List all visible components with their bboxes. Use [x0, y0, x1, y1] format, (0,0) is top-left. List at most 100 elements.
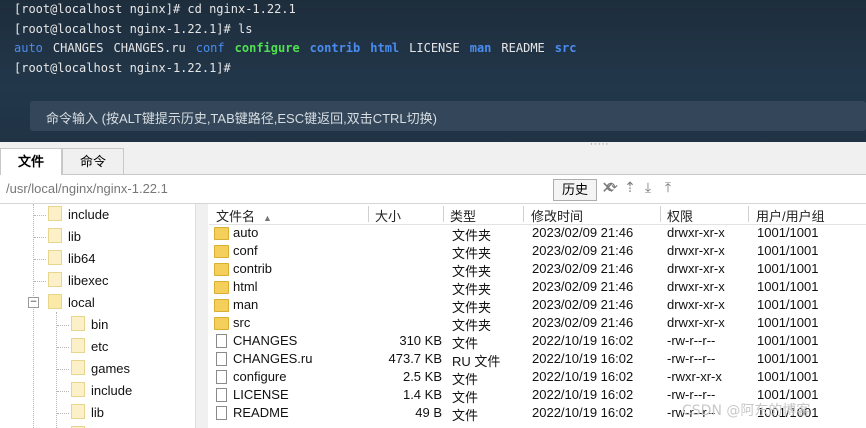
folder-icon — [48, 250, 62, 265]
file-mtime: 2022/10/19 16:02 — [532, 369, 634, 384]
file-owner: 1001/1001 — [757, 261, 819, 276]
folder-icon — [214, 281, 229, 294]
file-name: CHANGES.ru — [233, 351, 313, 366]
tree-item[interactable]: lib64 — [71, 424, 118, 428]
file-owner: 1001/1001 — [757, 369, 819, 384]
table-row[interactable]: CHANGES.ru 473.7 KB RU 文件 2022/10/19 16:02-… — [209, 350, 866, 369]
folder-icon — [71, 360, 85, 375]
table-row[interactable]: auto 文件夹 2023/02/09 21:46 drwxr-xr-x 1001/10… — [209, 224, 866, 243]
file-size: 1.4 KB — [402, 387, 442, 402]
sort-asc-icon: ▲ — [263, 213, 272, 223]
folder-icon — [71, 316, 85, 331]
folder-icon — [71, 404, 85, 419]
folder-icon — [71, 338, 85, 353]
ls-entry: CHANGES — [52, 41, 104, 55]
upload-icon[interactable]: ⤒ — [660, 179, 676, 197]
column-header-owner[interactable]: 用户/用户组 — [756, 206, 825, 225]
folder-icon — [48, 228, 62, 243]
folder-icon — [214, 299, 229, 312]
column-header-size[interactable]: 大小 — [375, 206, 401, 225]
up-icon[interactable]: ⇡ — [622, 179, 638, 197]
command-input[interactable]: 命令输入 (按ALT键提示历史,TAB键路径,ESC键返回,双击CTRL切换) — [30, 101, 866, 131]
file-mtime: 2022/10/19 16:02 — [532, 405, 634, 420]
tree-item[interactable]: lib64 — [48, 248, 95, 270]
table-row[interactable]: contrib 文件夹 2023/02/09 21:46 drwxr-xr-x 1001… — [209, 260, 866, 279]
terminal-ls-output: auto CHANGES CHANGES.ru conf configure contri… — [14, 39, 586, 59]
path-input[interactable]: /usr/local/nginx/nginx-1.22.1 — [6, 181, 168, 196]
file-name: man — [233, 297, 259, 312]
tree-item[interactable]: lib — [71, 402, 104, 424]
tree-item[interactable]: include — [71, 380, 132, 402]
refresh-icon[interactable]: ⟳ — [604, 179, 620, 197]
ls-entry: auto — [14, 41, 43, 55]
file-owner: 1001/1001 — [757, 351, 819, 366]
file-name: auto — [233, 225, 259, 240]
file-perm: drwxr-xr-x — [667, 243, 725, 258]
table-row[interactable]: CHANGES 310 KB 文件 2022/10/19 16:02 -rw-r--r-… — [209, 332, 866, 351]
file-mtime: 2022/10/19 16:02 — [532, 387, 634, 402]
file-mtime: 2023/02/09 21:46 — [532, 279, 634, 294]
file-owner: 1001/1001 — [757, 243, 819, 258]
file-name: configure — [233, 369, 287, 384]
file-mtime: 2023/02/09 21:46 — [532, 261, 634, 276]
tree-item[interactable]: libexec — [48, 270, 108, 292]
file-icon — [216, 352, 227, 366]
file-perm: -rw-r--r-- — [667, 351, 716, 366]
table-row[interactable]: conf 文件夹 2023/02/09 21:46 drwxr-xr-x 1001/10… — [209, 242, 866, 261]
collapse-icon[interactable]: − — [28, 297, 39, 308]
file-mtime: 2023/02/09 21:46 — [532, 243, 634, 258]
table-row[interactable]: src 文件夹 2023/02/09 21:46 drwxr-xr-x 1001/100… — [209, 314, 866, 333]
tree-scrollbar[interactable] — [195, 204, 208, 428]
tree-item[interactable]: include — [48, 204, 109, 226]
ls-entry: html — [370, 41, 400, 55]
file-size: 49 B — [415, 405, 442, 420]
file-name: CHANGES — [233, 333, 298, 348]
file-owner: 1001/1001 — [757, 225, 819, 240]
column-header-perm[interactable]: 权限 — [667, 206, 693, 225]
terminal-panel[interactable]: [root@localhost nginx]# cd nginx-1.22.1 … — [0, 0, 866, 142]
file-perm: drwxr-xr-x — [667, 297, 725, 312]
column-header-mtime[interactable]: 修改时间 — [531, 206, 583, 225]
column-header-name[interactable]: 文件名 ▲ — [216, 206, 272, 225]
folder-icon — [48, 206, 62, 221]
table-row[interactable]: man 文件夹 2023/02/09 21:46 drwxr-xr-x 1001/100… — [209, 296, 866, 315]
file-mtime: 2023/02/09 21:46 — [532, 297, 634, 312]
file-size: 2.5 KB — [402, 369, 442, 384]
terminal-line: [root@localhost nginx-1.22.1]# — [14, 60, 231, 75]
table-row[interactable]: configure 2.5 KB 文件 2022/10/19 16:02 -rwxr-x… — [209, 368, 866, 387]
file-perm: drwxr-xr-x — [667, 225, 725, 240]
ls-entry: src — [554, 41, 577, 55]
history-button[interactable]: 历史 — [553, 179, 597, 201]
tree-item[interactable]: games — [71, 358, 130, 380]
file-name: contrib — [233, 261, 273, 276]
file-owner: 1001/1001 — [757, 279, 819, 294]
file-name: README — [233, 405, 289, 420]
file-icon — [216, 334, 227, 348]
file-mtime: 2022/10/19 16:02 — [532, 333, 634, 348]
column-header-type[interactable]: 类型 — [450, 206, 476, 225]
file-owner: 1001/1001 — [757, 333, 819, 348]
ls-entry: configure — [234, 41, 300, 55]
folder-icon — [214, 317, 229, 330]
tree-item[interactable]: etc — [71, 336, 108, 358]
tab-files[interactable]: 文件 — [0, 148, 62, 175]
file-owner: 1001/1001 — [757, 297, 819, 312]
folder-icon — [214, 263, 229, 276]
file-icon — [216, 388, 227, 402]
tab-commands[interactable]: 命令 — [62, 148, 124, 174]
terminal-line: [root@localhost nginx]# cd nginx-1.22.1 — [14, 2, 296, 16]
ls-entry: conf — [195, 41, 225, 55]
file-owner: 1001/1001 — [757, 315, 819, 330]
file-name: html — [233, 279, 258, 294]
tree-item[interactable]: bin — [71, 314, 108, 336]
path-bar: /usr/local/nginx/nginx-1.22.1 历史 ✕ ⟳ ⇡ ⤓… — [0, 175, 866, 204]
file-mtime: 2023/02/09 21:46 — [532, 225, 634, 240]
table-row[interactable]: html 文件夹 2023/02/09 21:46 drwxr-xr-x 1001/10… — [209, 278, 866, 297]
directory-tree: include lib lib64 libexec − local bin et… — [0, 204, 208, 428]
folder-icon — [48, 272, 62, 287]
tree-item-local[interactable]: local — [48, 292, 95, 314]
terminal-output: [root@localhost nginx]# cd nginx-1.22.1 … — [14, 0, 586, 78]
tree-item[interactable]: lib — [48, 226, 81, 248]
download-icon[interactable]: ⤓ — [640, 179, 656, 197]
file-perm: drwxr-xr-x — [667, 279, 725, 294]
